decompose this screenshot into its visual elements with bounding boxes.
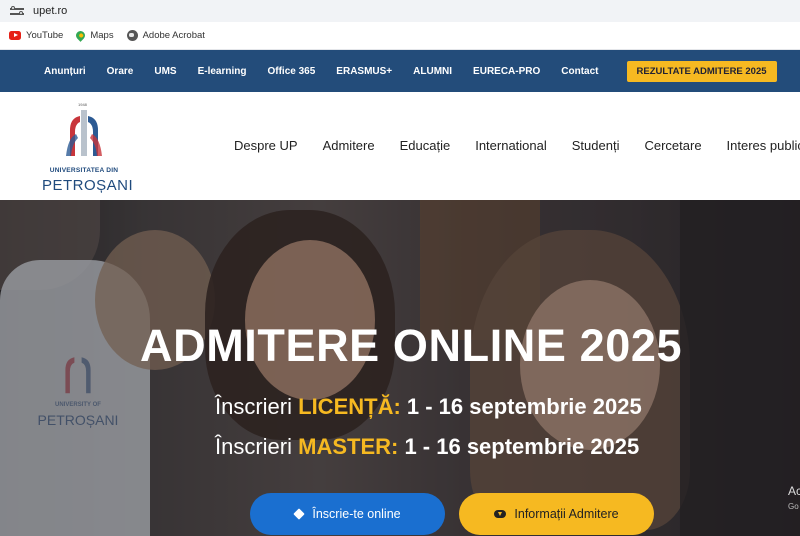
bookmark-youtube[interactable]: YouTube (9, 30, 63, 41)
topnav-item-ums[interactable]: UMS (154, 66, 176, 77)
recaptcha-badge-text: Ac (788, 484, 800, 498)
topnav-item-contact[interactable]: Contact (561, 66, 598, 77)
bookmark-maps[interactable]: Maps (74, 29, 114, 42)
bookmark-label: Maps (90, 30, 114, 41)
top-nav: Anunțuri Orare UMS E-learning Office 365… (0, 50, 800, 92)
topnav-item-erasmus[interactable]: ERASMUS+ (336, 66, 392, 77)
hero-line-key: MASTER: (298, 434, 399, 459)
recaptcha-badge-subtext: Go (788, 502, 799, 511)
topnav-item-orare[interactable]: Orare (107, 66, 134, 77)
hero-line-dates: 1 - 16 septembrie 2025 (398, 434, 640, 459)
mainnav-item-studenti[interactable]: Studenți (572, 138, 620, 153)
topnav-item-elearning[interactable]: E-learning (198, 66, 247, 77)
mainnav-item-international[interactable]: International (475, 138, 547, 153)
youtube-icon (9, 31, 21, 40)
mainnav-item-admitere[interactable]: Admitere (323, 138, 375, 153)
logo-text-line2: PETROȘANI (42, 177, 134, 194)
admission-results-button[interactable]: REZULTATE ADMITERE 2025 (626, 60, 777, 82)
topnav-item-alumni[interactable]: ALUMNI (413, 66, 452, 77)
hero-line-dates: 1 - 16 septembrie 2025 (400, 394, 642, 419)
register-online-label: Înscrie-te online (312, 507, 401, 521)
logo-text-line1: UNIVERSITATEA DIN (49, 167, 119, 174)
university-emblem-icon (66, 110, 102, 156)
globe-icon (126, 30, 138, 41)
url-text[interactable]: upet.ro (33, 5, 67, 17)
site-settings-icon[interactable] (10, 5, 24, 17)
mainnav-item-cercetare[interactable]: Cercetare (644, 138, 701, 153)
hero-licenta-line: Înscrieri LICENȚĂ: 1 - 16 septembrie 202… (215, 394, 642, 420)
topnav-item-office365[interactable]: Office 365 (267, 66, 315, 77)
logo-year: 1948 (78, 102, 87, 107)
hero-line-prefix: Înscrieri (215, 434, 299, 459)
cube-icon (293, 508, 306, 520)
main-nav: Despre UP Admitere Educație Internationa… (234, 138, 800, 153)
mainnav-item-educatie[interactable]: Educație (400, 138, 451, 153)
cloud-download-icon (494, 510, 507, 518)
university-logo[interactable]: 1948 UNIVERSITATEA DIN PETROȘANI (42, 102, 134, 194)
maps-pin-icon (74, 29, 88, 42)
hero-master-line: Înscrieri MASTER: 1 - 16 septembrie 2025 (215, 434, 639, 460)
topnav-item-eureca-pro[interactable]: EURECA-PRO (473, 66, 540, 77)
mainnav-item-despre-up[interactable]: Despre UP (234, 138, 298, 153)
bookmark-label: YouTube (26, 30, 64, 41)
site-header: 1948 UNIVERSITATEA DIN PETROȘANI Despre … (0, 92, 800, 200)
bookmark-adobe-acrobat[interactable]: Adobe Acrobat (126, 30, 205, 41)
mainnav-item-interes-public[interactable]: Interes public (727, 138, 800, 153)
register-online-button[interactable]: Înscrie-te online (250, 493, 445, 535)
hero-line-prefix: Înscrieri (215, 394, 299, 419)
bookmark-label: Adobe Acrobat (142, 30, 205, 41)
address-bar[interactable]: upet.ro (0, 0, 800, 22)
topnav-item-anunturi[interactable]: Anunțuri (44, 66, 86, 77)
admission-info-label: Informații Admitere (514, 507, 619, 521)
bookmarks-bar: YouTube Maps Adobe Acrobat (0, 22, 800, 50)
admission-info-button[interactable]: Informații Admitere (459, 493, 654, 535)
hero-title: ADMITERE ONLINE 2025 (140, 320, 683, 371)
hero-banner: UNIVERSITY OF PETROȘANI ADMITERE ONLINE … (0, 200, 800, 536)
hero-line-key: LICENȚĂ: (298, 394, 401, 419)
